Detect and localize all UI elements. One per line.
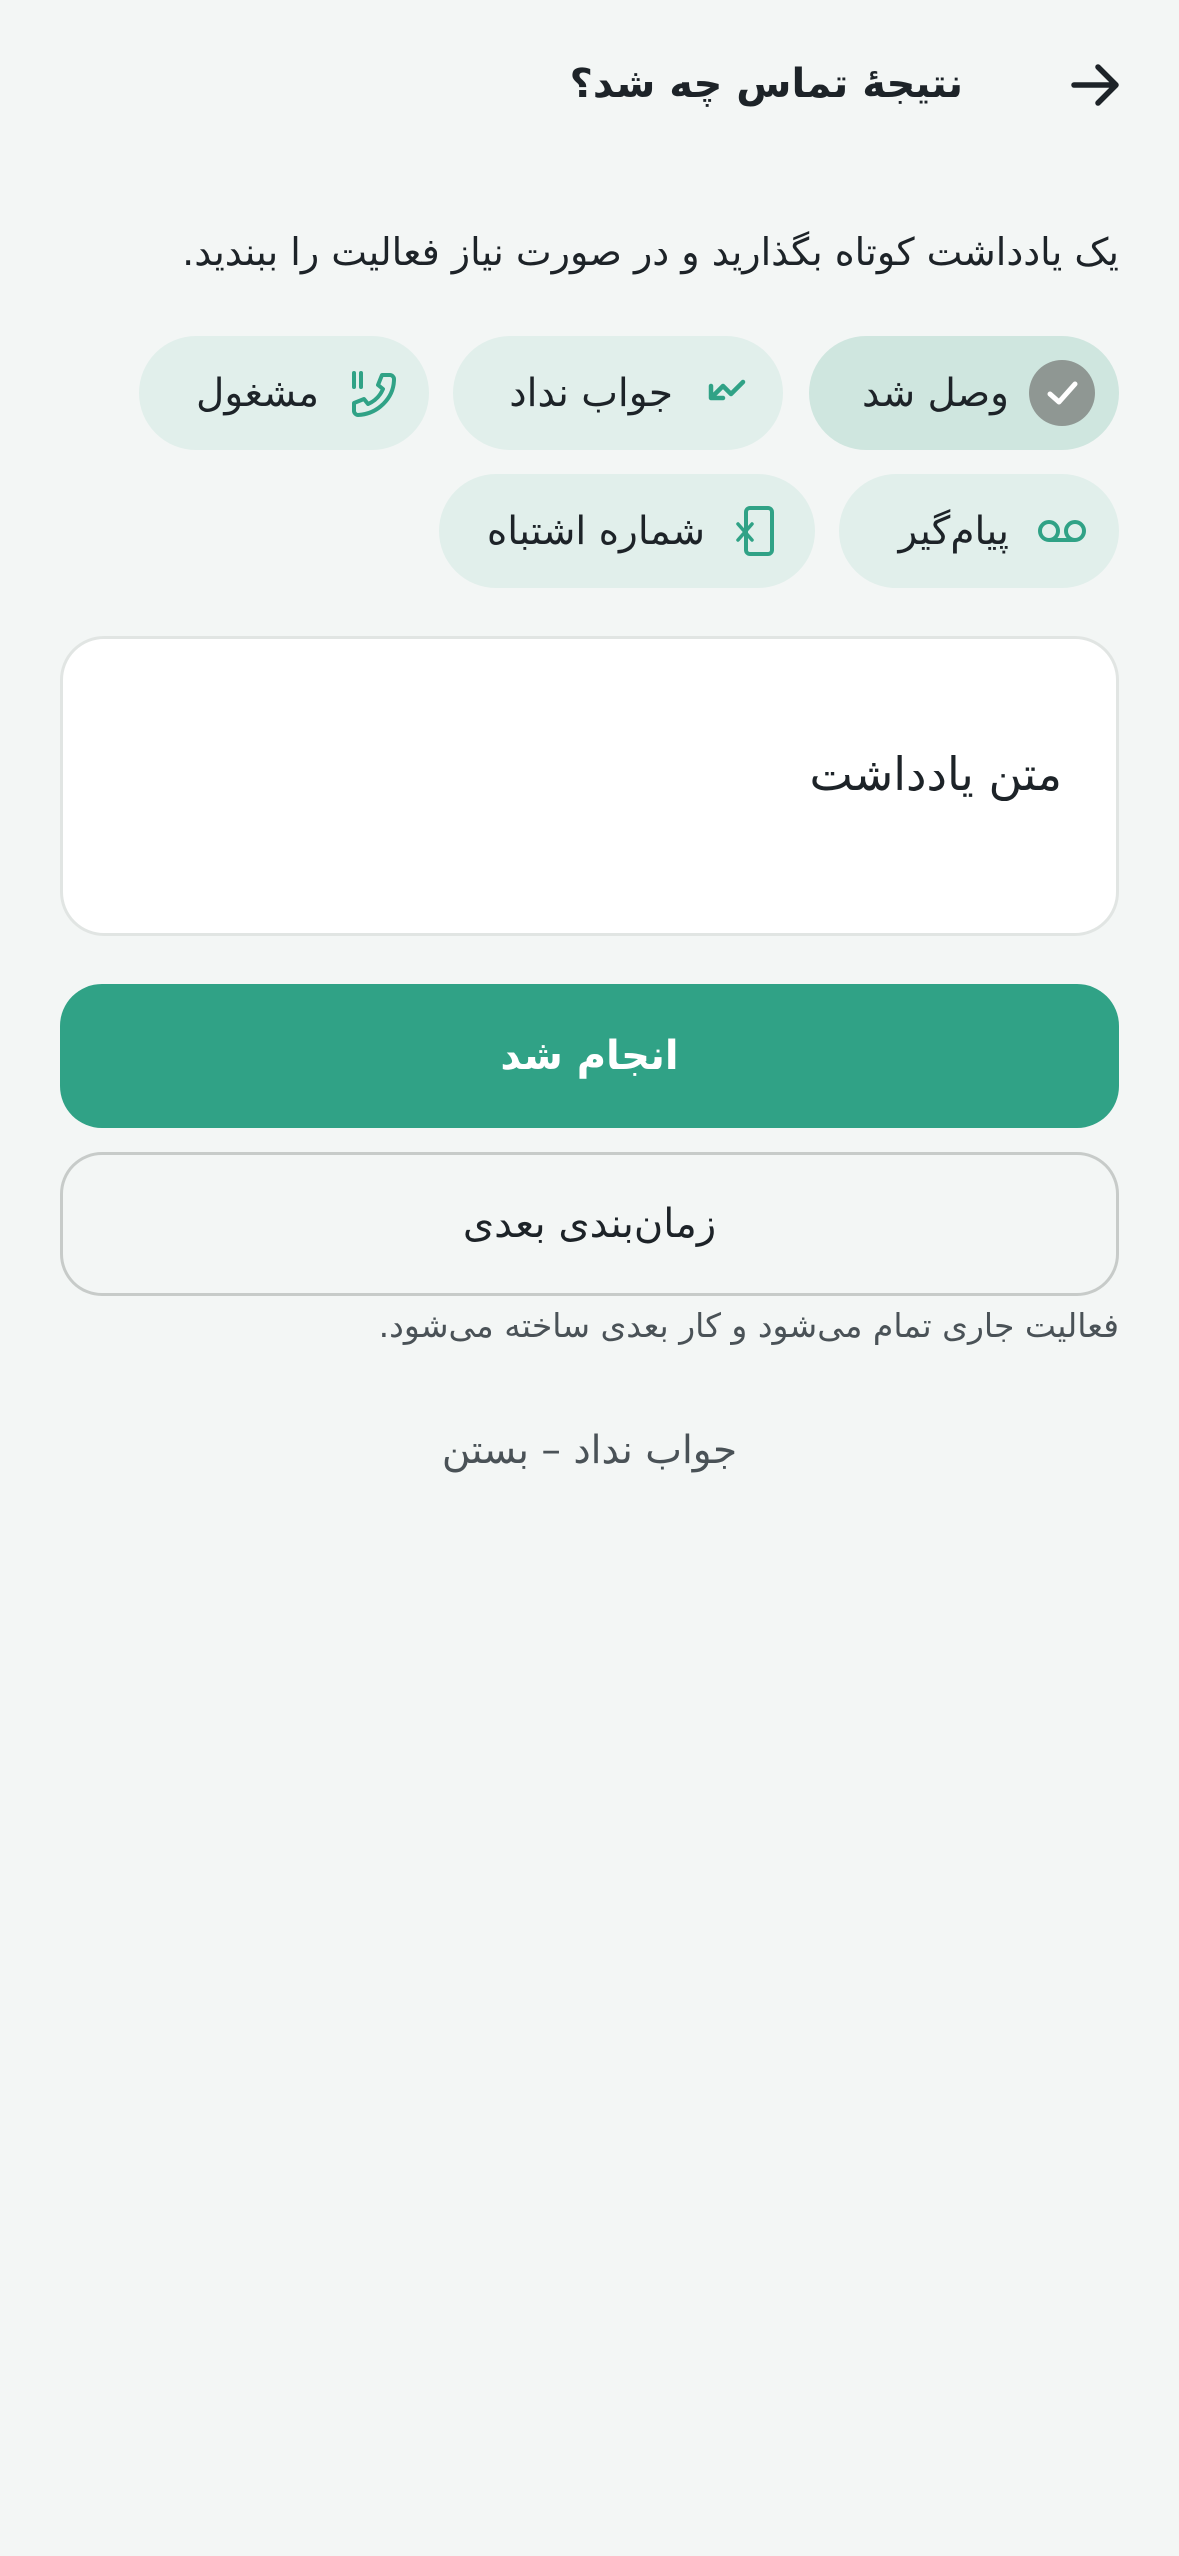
chip-label: جواب نداد	[509, 370, 673, 416]
no-answer-close-link[interactable]: جواب نداد – بستن	[0, 1428, 1179, 1473]
page-title: نتیجهٔ تماس چه شد؟	[569, 61, 963, 107]
outcome-chip-no-answer[interactable]: جواب نداد	[453, 336, 783, 450]
phone-x-icon	[725, 498, 791, 564]
note-input[interactable]	[162, 747, 1062, 801]
check-circle-icon	[1029, 360, 1095, 426]
missed-call-icon	[693, 360, 759, 426]
chip-label: مشغول	[196, 370, 319, 416]
chip-label: وصل شد	[861, 370, 1009, 416]
instructions-text: یک یادداشت کوتاه بگذارید و در صورت نیاز …	[182, 230, 1119, 274]
header: نتیجهٔ تماس چه شد؟	[0, 40, 1179, 130]
back-button[interactable]	[1063, 52, 1129, 118]
done-button[interactable]: انجام شد	[60, 984, 1119, 1128]
phone-busy-icon	[339, 360, 405, 426]
outcome-chip-connected[interactable]: وصل شد	[809, 336, 1119, 450]
schedule-next-button[interactable]: زمان‌بندی بعدی	[60, 1152, 1119, 1296]
chip-label: پیام‌گیر	[898, 508, 1009, 554]
outcome-chip-voicemail[interactable]: پیام‌گیر	[839, 474, 1119, 588]
note-field[interactable]	[60, 636, 1119, 936]
call-outcome-screen: نتیجهٔ تماس چه شد؟ یک یادداشت کوتاه بگذا…	[0, 0, 1179, 2556]
arrow-right-icon	[1071, 64, 1119, 106]
helper-text: فعالیت جاری تمام می‌شود و کار بعدی ساخته…	[378, 1306, 1119, 1345]
voicemail-icon	[1029, 498, 1095, 564]
outcome-chip-wrong-number[interactable]: شماره اشتباه	[439, 474, 815, 588]
chip-label: شماره اشتباه	[486, 508, 705, 554]
outcome-chip-busy[interactable]: مشغول	[139, 336, 429, 450]
